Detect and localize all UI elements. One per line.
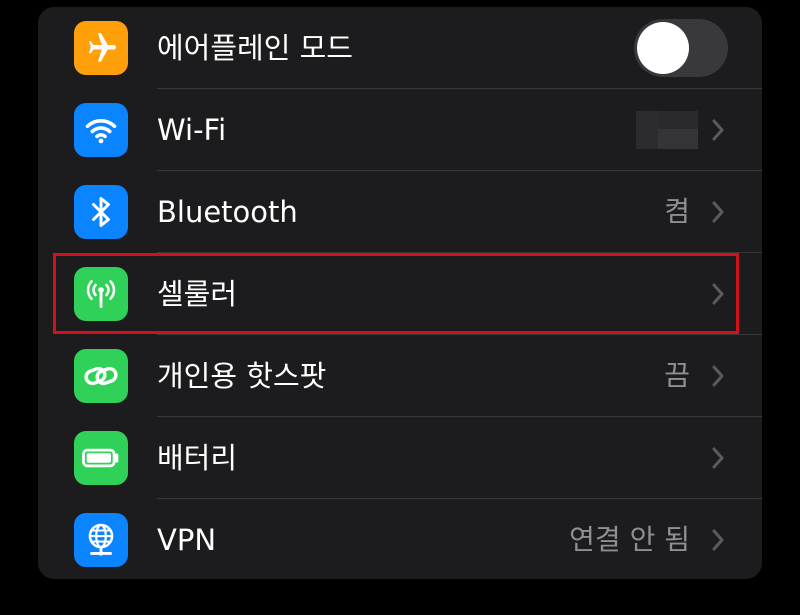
chevron-right-icon [712,119,724,141]
airplane-mode-toggle[interactable] [634,19,728,77]
wifi-icon [74,103,128,157]
chevron-right-icon [712,365,724,387]
toggle-knob [637,22,689,74]
airplane-mode-label: 에어플레인 모드 [157,31,353,65]
bluetooth-status: 켬 [664,195,690,228]
chevron-right-icon [712,529,724,551]
airplane-icon [74,21,128,75]
settings-row-bluetooth[interactable]: Bluetooth 켬 [38,171,762,253]
chevron-right-icon [712,201,724,223]
wifi-label: Wi-Fi [157,113,227,147]
battery-icon [74,431,128,485]
personal-hotspot-label: 개인용 핫스팟 [157,359,327,393]
battery-label: 배터리 [157,441,238,475]
settings-screen: 에어플레인 모드 Wi-Fi Bluetooth 켬 셀룰러 개인용 핫스팟 끔… [0,0,800,615]
personal-hotspot-status: 끔 [664,359,690,392]
vpn-status: 연결 안 됨 [569,523,690,556]
vpn-label: VPN [157,523,217,557]
chevron-right-icon [712,447,724,469]
settings-row-airplane-mode[interactable]: 에어플레인 모드 [38,7,762,89]
wifi-network-name-redacted [636,111,698,149]
cellular-highlight-box [53,253,739,334]
settings-row-vpn[interactable]: VPN 연결 안 됨 [38,499,762,579]
globe-icon [74,513,128,567]
settings-row-wifi[interactable]: Wi-Fi [38,89,762,171]
bluetooth-icon [74,185,128,239]
settings-row-battery[interactable]: 배터리 [38,417,762,499]
link-icon [74,349,128,403]
settings-row-personal-hotspot[interactable]: 개인용 핫스팟 끔 [38,335,762,417]
bluetooth-label: Bluetooth [157,195,298,229]
